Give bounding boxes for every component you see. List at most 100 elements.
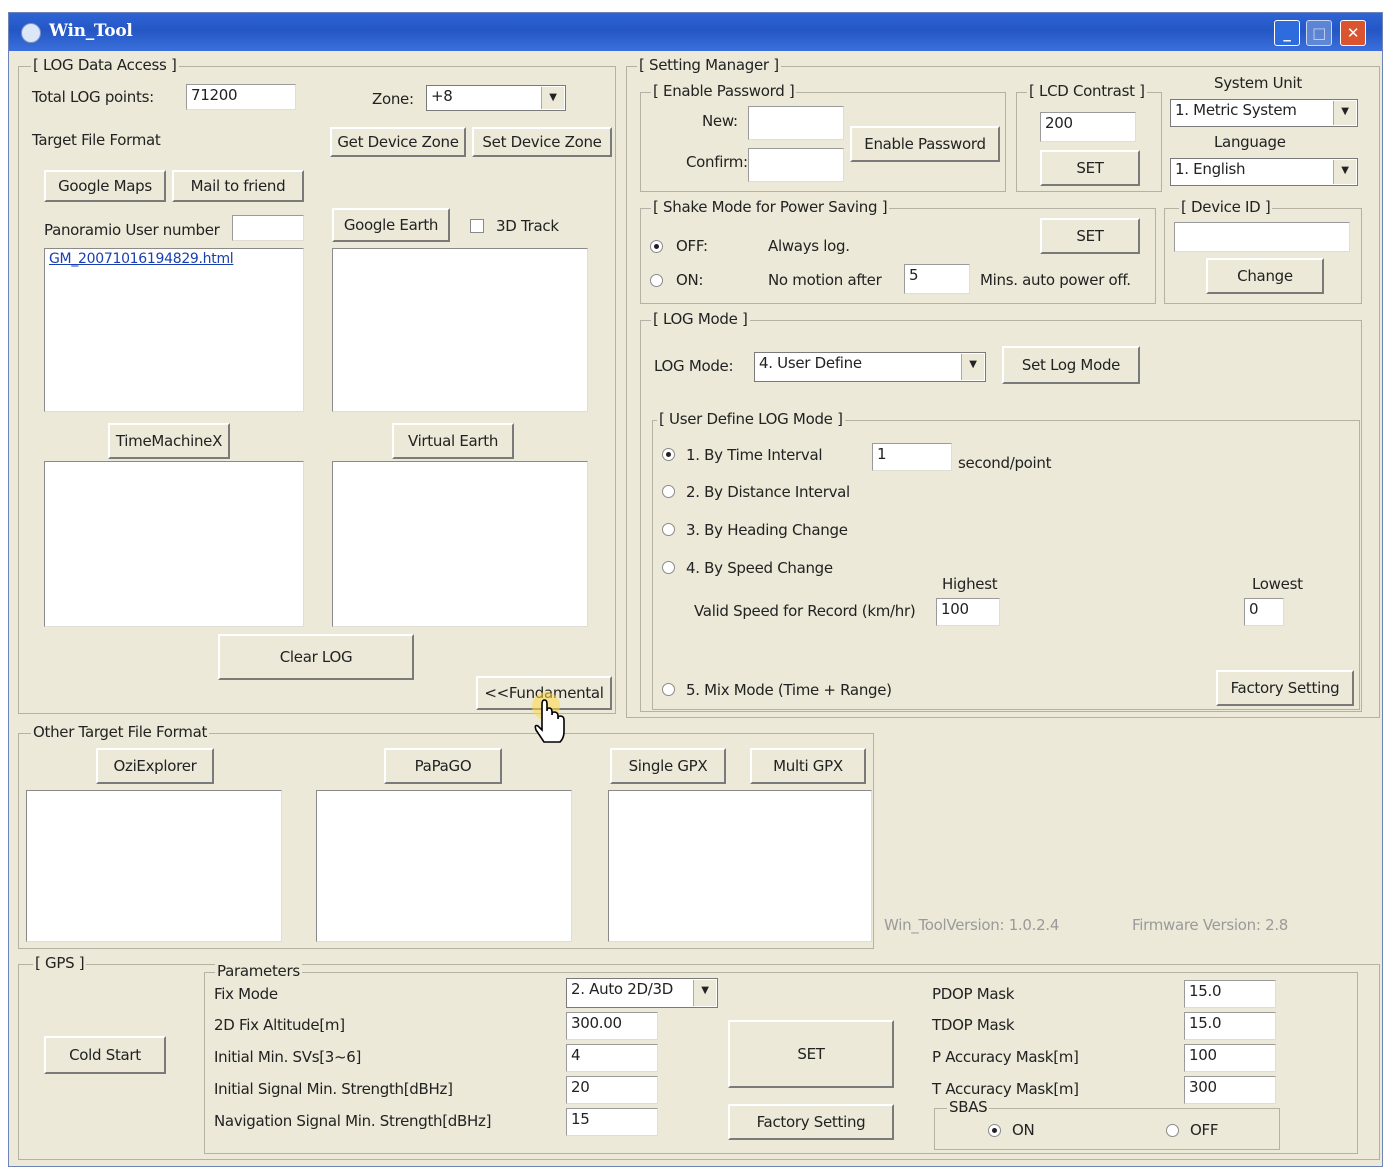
log-factory-setting-button[interactable]: Factory Setting	[1216, 670, 1354, 706]
timemachinex-button[interactable]: TimeMachineX	[108, 423, 230, 459]
shake-set-button[interactable]: SET	[1040, 218, 1140, 254]
maximize-button[interactable]: □	[1306, 20, 1332, 46]
time-interval-radio[interactable]	[662, 448, 675, 461]
language-select[interactable]: 1. English ▼	[1170, 158, 1358, 186]
p-accuracy-label: P Accuracy Mask[m]	[932, 1048, 1079, 1066]
chevron-down-icon: ▼	[1333, 160, 1356, 184]
new-password-field[interactable]	[748, 106, 844, 140]
shake-off-radio[interactable]	[650, 240, 663, 253]
google-maps-button[interactable]: Google Maps	[44, 170, 166, 202]
tdop-field[interactable]: 15.0	[1184, 1012, 1276, 1040]
cold-start-button[interactable]: Cold Start	[44, 1036, 166, 1074]
pdop-field[interactable]: 15.0	[1184, 980, 1276, 1008]
fix-mode-value: 2. Auto 2D/3D	[571, 980, 674, 998]
distance-interval-radio[interactable]	[662, 485, 675, 498]
papago-button[interactable]: PaPaGO	[384, 748, 502, 784]
fix-altitude-field[interactable]: 300.00	[566, 1012, 658, 1040]
initial-signal-label: Initial Signal Min. Strength[dBHz]	[214, 1080, 453, 1098]
lowest-speed-field[interactable]: 0	[1244, 598, 1284, 626]
confirm-password-field[interactable]	[748, 148, 844, 182]
sbas-on-radio[interactable]	[988, 1124, 1001, 1137]
get-device-zone-button[interactable]: Get Device Zone	[330, 127, 466, 157]
log-mode-select[interactable]: 4. User Define ▼	[754, 352, 986, 382]
group-title: SBAS	[947, 1098, 990, 1116]
group-title: [ GPS ]	[33, 954, 87, 972]
google-maps-file-list[interactable]: GM_20071016194829.html	[44, 248, 304, 412]
app-icon	[21, 23, 41, 43]
shake-minutes-field[interactable]: 5	[904, 264, 970, 294]
lcd-set-button[interactable]: SET	[1040, 150, 1140, 186]
oziexplorer-button[interactable]: OziExplorer	[96, 748, 214, 784]
time-interval-label: 1. By Time Interval	[686, 446, 823, 464]
single-gpx-button[interactable]: Single GPX	[610, 748, 726, 784]
mix-mode-label: 5. Mix Mode (Time + Range)	[686, 681, 892, 699]
sbas-on-label: ON	[1012, 1121, 1035, 1139]
set-device-zone-button[interactable]: Set Device Zone	[472, 127, 612, 157]
title-bar: Win_Tool _ □ ✕	[9, 13, 1382, 51]
panoramio-label: Panoramio User number	[44, 221, 220, 239]
total-log-label: Total LOG points:	[32, 88, 154, 106]
enable-password-button[interactable]: Enable Password	[850, 126, 1000, 162]
group-title: [ User Define LOG Mode ]	[657, 410, 845, 428]
3d-track-checkbox[interactable]	[470, 219, 484, 233]
heading-change-label: 3. By Heading Change	[686, 521, 848, 539]
zone-select[interactable]: +8 ▼	[426, 85, 566, 111]
clear-log-button[interactable]: Clear LOG	[218, 634, 414, 680]
device-id-field[interactable]	[1174, 222, 1350, 252]
mix-mode-radio[interactable]	[662, 683, 675, 696]
chevron-down-icon: ▼	[541, 87, 564, 109]
shake-off-label: OFF:	[676, 237, 708, 255]
fix-mode-label: Fix Mode	[214, 985, 278, 1003]
group-title: Parameters	[215, 962, 302, 980]
p-accuracy-field[interactable]: 100	[1184, 1044, 1276, 1072]
timemachine-file-list[interactable]	[44, 461, 304, 627]
heading-change-radio[interactable]	[662, 523, 675, 536]
time-interval-unit: second/point	[958, 454, 1052, 472]
highest-speed-field[interactable]: 100	[936, 598, 1000, 626]
multi-gpx-button[interactable]: Multi GPX	[750, 748, 866, 784]
google-earth-file-list[interactable]	[332, 248, 588, 412]
group-title: [ Enable Password ]	[651, 82, 797, 100]
min-svs-field[interactable]: 4	[566, 1044, 658, 1072]
set-log-mode-button[interactable]: Set Log Mode	[1002, 346, 1140, 384]
speed-change-label: 4. By Speed Change	[686, 559, 833, 577]
system-unit-select[interactable]: 1. Metric System ▼	[1170, 99, 1358, 127]
time-interval-field[interactable]: 1	[872, 443, 952, 471]
virtual-earth-button[interactable]: Virtual Earth	[392, 423, 514, 459]
group-title: [ Device ID ]	[1179, 198, 1273, 216]
fix-mode-select[interactable]: 2. Auto 2D/3D ▼	[566, 978, 718, 1008]
speed-change-radio[interactable]	[662, 561, 675, 574]
close-button[interactable]: ✕	[1340, 20, 1366, 46]
shake-on-label: ON:	[676, 271, 704, 289]
change-device-id-button[interactable]: Change	[1206, 258, 1324, 294]
mail-to-friend-button[interactable]: Mail to friend	[172, 170, 304, 202]
zone-label: Zone:	[372, 90, 414, 108]
lowest-label: Lowest	[1252, 575, 1303, 593]
google-earth-button[interactable]: Google Earth	[332, 208, 450, 242]
minimize-button[interactable]: _	[1274, 20, 1300, 46]
papago-file-list[interactable]	[316, 790, 572, 942]
firmware-version: Firmware Version: 2.8	[1132, 916, 1289, 934]
gps-factory-setting-button[interactable]: Factory Setting	[728, 1104, 894, 1140]
virtual-earth-file-list[interactable]	[332, 461, 588, 627]
window-title: Win_Tool	[49, 21, 133, 41]
total-log-field[interactable]: 71200	[186, 84, 296, 110]
target-format-label: Target File Format	[32, 131, 161, 149]
gpx-file-list[interactable]	[608, 790, 872, 942]
oziexplorer-file-list[interactable]	[26, 790, 282, 942]
navigation-signal-field[interactable]: 15	[566, 1108, 658, 1136]
file-link[interactable]: GM_20071016194829.html	[45, 249, 303, 269]
gps-set-button[interactable]: SET	[728, 1020, 894, 1088]
panoramio-user-field[interactable]	[232, 215, 304, 241]
highest-label: Highest	[942, 575, 998, 593]
t-accuracy-field[interactable]: 300	[1184, 1076, 1276, 1104]
system-unit-value: 1. Metric System	[1175, 101, 1297, 119]
t-accuracy-label: T Accuracy Mask[m]	[932, 1080, 1079, 1098]
lcd-contrast-field[interactable]: 200	[1040, 112, 1136, 142]
tdop-label: TDOP Mask	[932, 1016, 1015, 1034]
initial-signal-field[interactable]: 20	[566, 1076, 658, 1104]
sbas-off-radio[interactable]	[1166, 1124, 1179, 1137]
zone-value: +8	[431, 87, 453, 105]
shake-on-radio[interactable]	[650, 274, 663, 287]
log-mode-value: 4. User Define	[759, 354, 862, 372]
